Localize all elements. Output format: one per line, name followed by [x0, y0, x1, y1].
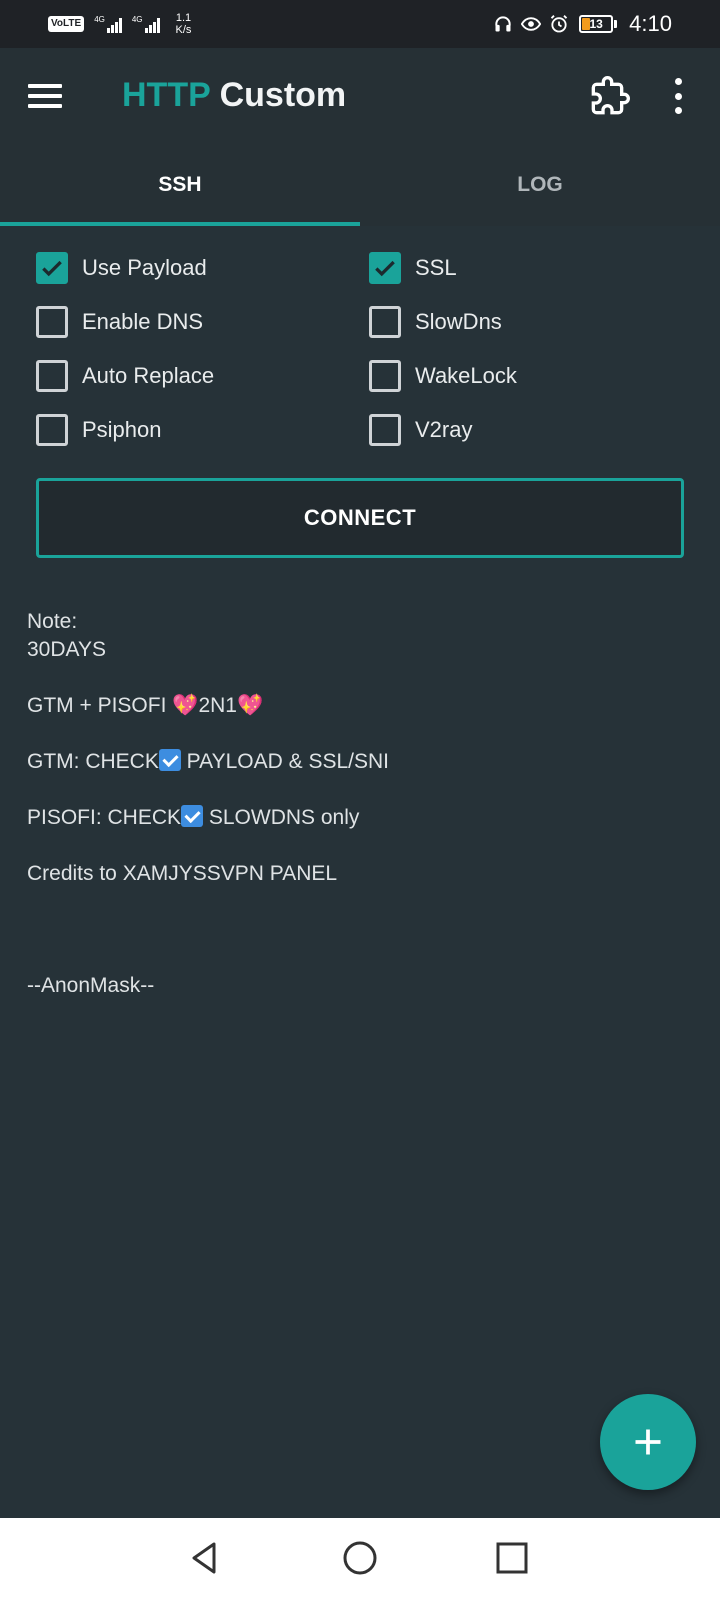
volte-icon: VoLTE: [48, 16, 85, 32]
ssl-checkbox[interactable]: SSL: [369, 252, 696, 284]
connect-button[interactable]: CONNECT: [36, 478, 684, 558]
psiphon-label: Psiphon: [82, 417, 162, 442]
slowdns-label: SlowDns: [415, 309, 502, 334]
note-text: PAYLOAD & SSL/SNI: [180, 750, 389, 773]
note-line: PISOFI: CHECK SLOWDNS only: [27, 804, 687, 832]
note-text: SLOWDNS only: [203, 806, 360, 829]
slowdns-checkbox[interactable]: SlowDns: [369, 306, 696, 338]
sparkling-heart-icon: 💖: [172, 694, 199, 717]
checkbox-unchecked-icon: [369, 360, 401, 392]
eye-icon: [521, 17, 542, 31]
note-line: Credits to XAMJYSSVPN PANEL: [27, 862, 338, 885]
checkbox-unchecked-icon: [36, 414, 68, 446]
checkbox-checked-icon: [369, 252, 401, 284]
tab-log[interactable]: LOG: [360, 144, 720, 226]
signal-icon: 4G: [94, 15, 122, 33]
network-speed: 1.1 K/s: [176, 12, 192, 36]
note-text: GTM: CHECK: [27, 750, 159, 773]
note-signature: --AnonMask--: [27, 974, 155, 997]
enable-dns-label: Enable DNS: [82, 309, 204, 334]
app-title-http: HTTP: [122, 76, 211, 114]
network-type-label-2: 4G: [131, 15, 143, 24]
use-payload-label: Use Payload: [82, 255, 207, 280]
add-fab-button[interactable]: [600, 1394, 696, 1490]
config-notes: Note: 30DAYS GTM + PISOFI 💖2N1💖 GTM: CHE…: [27, 608, 687, 1000]
more-options-icon[interactable]: [668, 78, 688, 114]
v2ray-label: V2ray: [415, 417, 473, 442]
puzzle-icon[interactable]: [590, 76, 630, 116]
use-payload-checkbox[interactable]: Use Payload: [36, 252, 369, 284]
alarm-icon: [551, 15, 568, 33]
check-box-icon: [181, 805, 204, 827]
note-text: 2N1: [198, 694, 237, 717]
clock: 4:10: [629, 11, 672, 36]
note-line: 30DAYS: [27, 638, 106, 661]
battery-icon: 13: [579, 15, 618, 33]
home-icon[interactable]: [340, 1538, 380, 1578]
system-nav-bar: [0, 1518, 720, 1600]
app-title: HTTP Custom: [122, 76, 346, 115]
check-box-icon: [158, 749, 181, 771]
auto-replace-checkbox[interactable]: Auto Replace: [36, 360, 369, 392]
note-line: Note:: [27, 610, 78, 633]
wakelock-checkbox[interactable]: WakeLock: [369, 360, 696, 392]
v2ray-checkbox[interactable]: V2ray: [369, 414, 696, 446]
checkbox-unchecked-icon: [36, 306, 68, 338]
back-icon[interactable]: [186, 1538, 226, 1578]
checkbox-unchecked-icon: [369, 414, 401, 446]
menu-icon[interactable]: [28, 78, 64, 114]
status-bar: VoLTE 4G 4G 1.1 K/s 13 4:10: [0, 0, 720, 48]
network-speed-value: 1.1: [175, 12, 192, 24]
network-speed-unit: K/s: [175, 24, 192, 36]
wakelock-label: WakeLock: [415, 363, 517, 388]
checkbox-unchecked-icon: [36, 360, 68, 392]
checkbox-checked-icon: [36, 252, 68, 284]
sparkling-heart-icon: 💖: [236, 694, 264, 717]
app-bar: HTTP Custom: [0, 48, 720, 144]
signal-icon-2: 4G: [132, 15, 160, 33]
checkbox-unchecked-icon: [369, 306, 401, 338]
note-text: GTM + PISOFI: [27, 694, 173, 717]
note-line: GTM + PISOFI 💖2N1💖: [27, 692, 687, 720]
auto-replace-label: Auto Replace: [82, 363, 215, 388]
enable-dns-checkbox[interactable]: Enable DNS: [36, 306, 369, 338]
recents-icon[interactable]: [492, 1538, 532, 1578]
plus-icon: [635, 1429, 661, 1455]
ssl-label: SSL: [415, 255, 457, 280]
tab-ssh[interactable]: SSH: [0, 144, 360, 226]
battery-level: 13: [589, 17, 603, 31]
psiphon-checkbox[interactable]: Psiphon: [36, 414, 369, 446]
note-line: GTM: CHECK PAYLOAD & SSL/SNI: [27, 748, 687, 776]
tab-bar: SSH LOG: [0, 144, 720, 226]
headphones-icon: [495, 16, 511, 32]
network-type-label: 4G: [94, 15, 105, 24]
options-grid: Use Payload SSL Enable DNS SlowDns Auto …: [36, 252, 696, 446]
app-title-custom: Custom: [219, 76, 347, 114]
note-text: PISOFI: CHECK: [27, 806, 182, 829]
